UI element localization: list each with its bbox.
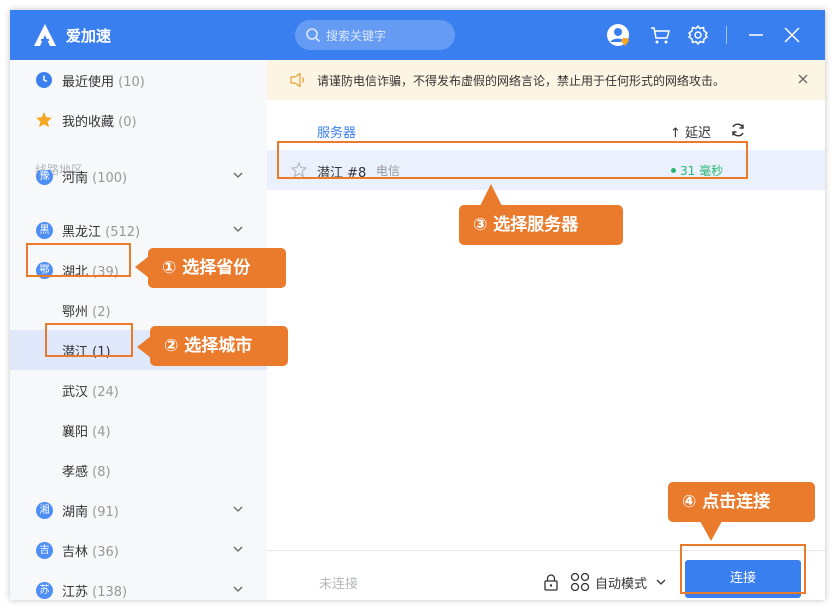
gear-icon[interactable] — [686, 23, 710, 47]
sidebar-item-label: 河南 (100) — [62, 171, 128, 186]
sidebar-item-label: 黑龙江 (512) — [62, 225, 141, 240]
highlight-city — [45, 323, 133, 357]
refresh-icon[interactable] — [730, 122, 746, 138]
app-logo-icon — [34, 24, 56, 46]
sidebar-item-province[interactable]: 豫 河南 (100) — [10, 170, 267, 196]
titlebar-divider — [726, 26, 727, 44]
connection-status: 未连接 — [319, 577, 359, 592]
sidebar-item-label: 江苏 (138) — [62, 585, 128, 600]
chevron-down-icon — [233, 226, 243, 232]
sidebar-item-favorites[interactable]: 我的收藏 (0) — [10, 100, 267, 140]
speaker-icon — [290, 72, 305, 88]
sidebar-item-province[interactable]: 吉 吉林 (36) — [10, 530, 267, 570]
city-item[interactable]: 襄阳 (4) — [10, 410, 267, 450]
callout-arrow — [135, 256, 149, 278]
highlight-connect — [680, 544, 806, 594]
callout-arrow — [480, 184, 502, 206]
province-badge: 湘 — [36, 502, 53, 519]
city-item[interactable]: 武汉 (24) — [10, 370, 267, 410]
city-label: 鄂州 (2) — [62, 305, 111, 320]
app-title: 爱加速 — [66, 27, 112, 45]
city-label: 孝感 (8) — [62, 465, 111, 480]
sidebar-item-label: 吉林 (36) — [62, 545, 119, 560]
highlight-province — [26, 243, 131, 277]
callout-step3: ③ 选择服务器 — [459, 205, 623, 245]
city-label: 襄阳 (4) — [62, 425, 111, 440]
sidebar-item-province[interactable]: 苏 江苏 (138) — [10, 570, 267, 600]
sidebar-item-label: 湖南 (91) — [62, 505, 119, 520]
callout-step4: ④ 点击连接 — [668, 482, 815, 522]
cart-icon[interactable] — [648, 23, 672, 47]
search-placeholder: 搜索关键字 — [326, 29, 387, 43]
callout-step2: ② 选择城市 — [150, 326, 288, 366]
notice-text: 请谨防电信诈骗，不得发布虚假的网络言论，禁止用于任何形式的网络攻击。 — [317, 74, 726, 88]
city-item[interactable]: 孝感 (8) — [10, 450, 267, 490]
search-input[interactable]: 搜索关键字 — [295, 20, 455, 50]
mode-select[interactable]: 自动模式 — [595, 573, 647, 592]
user-avatar-icon[interactable] — [606, 23, 630, 47]
city-label: 武汉 (24) — [62, 385, 119, 400]
callout-arrow — [700, 521, 722, 541]
server-column-header: 服务器 — [317, 126, 357, 141]
sidebar-item-recent[interactable]: 最近使用 (10) — [10, 60, 267, 100]
chevron-down-icon — [233, 506, 243, 512]
callout-step1: ① 选择省份 — [148, 248, 286, 288]
chevron-down-icon — [233, 586, 243, 592]
sort-latency-button[interactable]: ↑ 延迟 — [670, 122, 711, 141]
mode-grid-icon — [570, 572, 590, 592]
lock-icon[interactable] — [542, 573, 560, 591]
province-badge: 吉 — [36, 542, 53, 559]
sidebar-item-label: 最近使用 (10) — [62, 75, 145, 90]
sidebar-item-province[interactable]: 湘 湖南 (91) — [10, 490, 267, 530]
minimize-icon[interactable] — [744, 23, 768, 47]
province-badge: 豫 — [36, 170, 53, 185]
search-icon — [306, 28, 321, 43]
province-badge: 黑 — [36, 222, 53, 239]
province-badge: 苏 — [36, 582, 53, 599]
title-bar: 爱加速 搜索关键字 — [10, 10, 825, 60]
close-icon[interactable] — [780, 23, 804, 47]
chevron-down-icon[interactable] — [655, 576, 667, 588]
chevron-down-icon — [233, 172, 243, 178]
star-icon — [36, 112, 52, 128]
sidebar-item-label: 我的收藏 (0) — [62, 115, 137, 130]
clock-icon — [36, 72, 52, 88]
notice-banner: 请谨防电信诈骗，不得发布虚假的网络言论，禁止用于任何形式的网络攻击。 — [267, 60, 825, 100]
highlight-server — [277, 141, 748, 179]
callout-arrow — [137, 336, 151, 358]
chevron-down-icon — [233, 546, 243, 552]
close-icon[interactable] — [797, 73, 809, 85]
